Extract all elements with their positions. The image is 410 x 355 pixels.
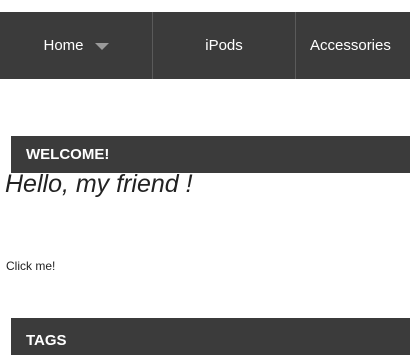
nav-item-accessories[interactable]: Accessories <box>296 12 410 79</box>
nav-item-ipods-label: iPods <box>205 37 243 54</box>
welcome-block-heading: WELCOME! <box>11 136 410 173</box>
chevron-down-icon[interactable] <box>94 42 109 50</box>
nav-item-ipods[interactable]: iPods <box>153 12 296 79</box>
tags-block-heading: TAGS <box>11 318 410 355</box>
click-me-link[interactable]: Click me! <box>6 259 55 273</box>
nav-item-accessories-label: Accessories <box>310 37 391 54</box>
nav-item-home[interactable]: Home <box>0 12 153 79</box>
greeting-text: Hello, my friend ! <box>5 170 193 198</box>
top-navigation-bar: Home iPods Accessories <box>0 12 410 79</box>
tags-heading-text: TAGS <box>26 332 67 349</box>
welcome-heading-text: WELCOME! <box>26 146 110 163</box>
nav-item-home-label: Home <box>43 37 84 54</box>
